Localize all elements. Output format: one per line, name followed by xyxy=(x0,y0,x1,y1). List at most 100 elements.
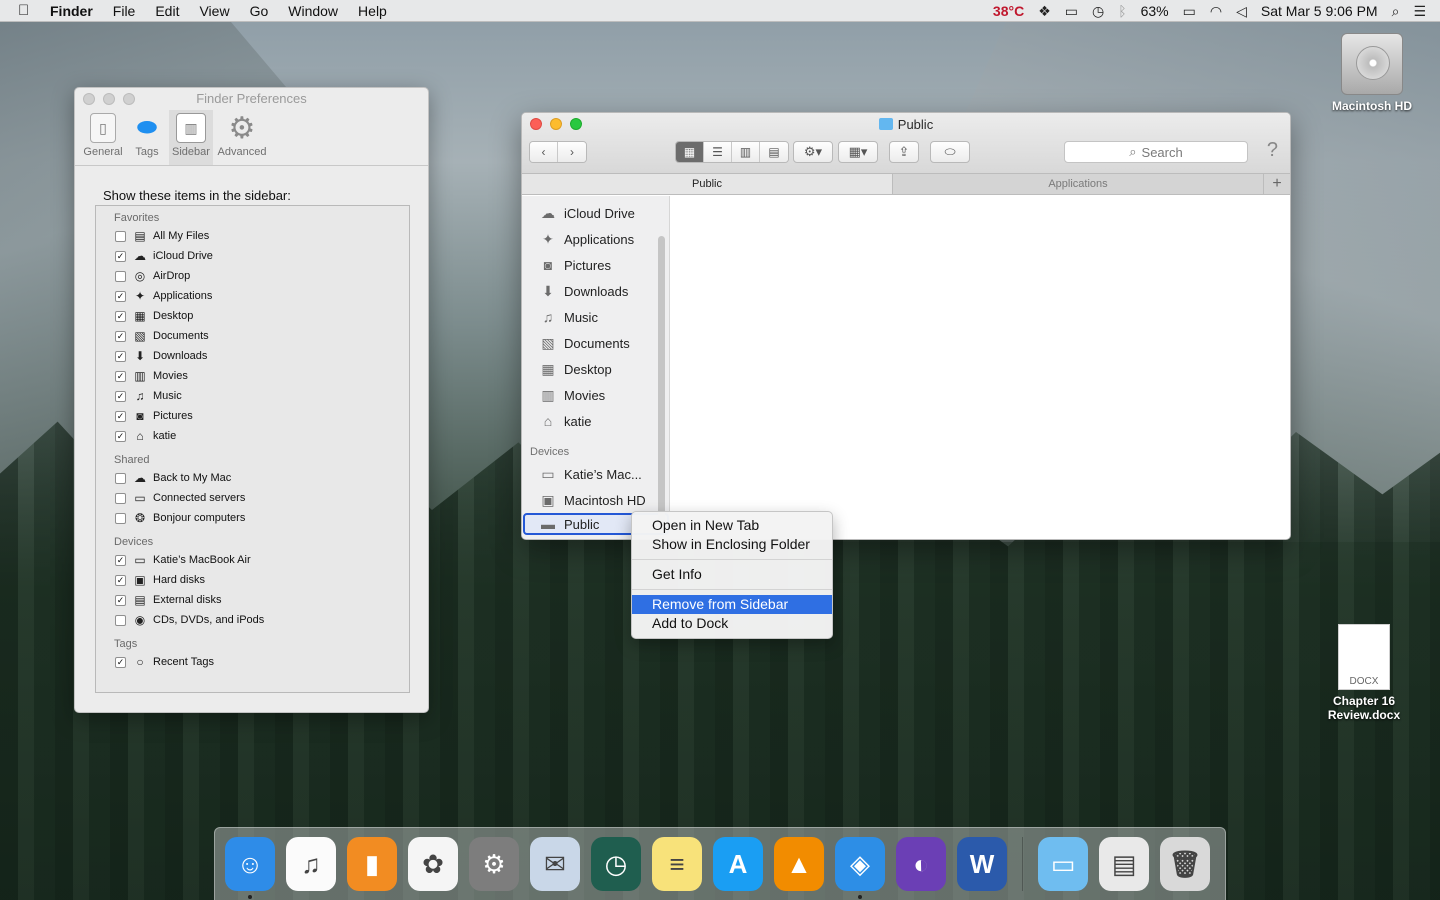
sidebar-item-movies[interactable]: ▥ Movies xyxy=(522,382,669,408)
pref-row-recent-tags[interactable]: ✓ ○ Recent Tags xyxy=(96,652,409,672)
new-tab-button[interactable]: + xyxy=(1264,174,1290,194)
checkbox-applications[interactable]: ✓ xyxy=(115,290,126,302)
list-view-button[interactable]: ☰ xyxy=(704,142,732,162)
action-gear-button[interactable]: ⚙▾ xyxy=(793,141,833,163)
forward-button[interactable]: › xyxy=(558,142,586,162)
sidebar-item-icloud-drive[interactable]: ☁ iCloud Drive xyxy=(522,200,669,226)
dock-mail-icon[interactable]: ✉ xyxy=(530,837,580,891)
wifi-icon[interactable]: ◠ xyxy=(1210,3,1222,20)
menu-open-in-new-tab[interactable]: Open in New Tab xyxy=(632,516,832,535)
pref-row-connected-servers[interactable]: ▭ Connected servers xyxy=(96,488,409,508)
tab-sidebar[interactable]: ▥ Sidebar xyxy=(169,110,213,165)
apple-icon[interactable]:  xyxy=(18,2,36,19)
pref-row-bonjour-computers[interactable]: ❂ Bonjour computers xyxy=(96,508,409,528)
dock-trash-icon[interactable]: 🗑 xyxy=(1160,837,1210,891)
sidebar-item-downloads[interactable]: ⬇ Downloads xyxy=(522,278,669,304)
pref-row-applications[interactable]: ✓ ✦ Applications xyxy=(96,286,409,306)
icon-view-button[interactable]: ▦ xyxy=(676,142,704,162)
temperature-readout[interactable]: 38°C xyxy=(993,3,1024,19)
arrange-button[interactable]: ▦▾ xyxy=(838,141,878,163)
checkbox-hard-disks[interactable]: ✓ xyxy=(115,574,126,586)
airplay-icon[interactable]: ▭ xyxy=(1065,3,1078,20)
prefs-titlebar[interactable]: Finder Preferences xyxy=(75,88,428,110)
menu-window[interactable]: Window xyxy=(288,3,338,19)
sidebar-item-documents[interactable]: ▧ Documents xyxy=(522,330,669,356)
minimize-button[interactable] xyxy=(103,93,115,105)
pref-row-cds-dvds-and-ipods[interactable]: ◉ CDs, DVDs, and iPods xyxy=(96,610,409,630)
close-button[interactable] xyxy=(83,93,95,105)
tag-button[interactable]: ⬭ xyxy=(930,141,970,163)
menu-file[interactable]: File xyxy=(113,3,136,19)
pref-row-back-to-my-mac[interactable]: ☁ Back to My Mac xyxy=(96,468,409,488)
pref-row-all-my-files[interactable]: ▤ All My Files xyxy=(96,226,409,246)
checkbox-all-my-files[interactable] xyxy=(115,230,126,242)
pref-row-katie-s-macbook-air[interactable]: ✓ ▭ Katie’s MacBook Air xyxy=(96,550,409,570)
sidebar-item-katie-s-mac[interactable]: ▭ Katie’s Mac... xyxy=(522,461,669,487)
dock-photos-icon[interactable]: ✿ xyxy=(408,837,458,891)
dock-itunes-icon[interactable]: ♫ xyxy=(286,837,336,891)
back-button[interactable]: ‹ xyxy=(530,142,558,162)
bluetooth-icon[interactable]: ᛒ xyxy=(1118,3,1126,19)
tab-applications[interactable]: Applications xyxy=(893,174,1264,194)
help-icon[interactable]: ? xyxy=(1267,139,1278,162)
sidebar-item-macintosh-hd[interactable]: ▣ Macintosh HD xyxy=(522,487,669,513)
pref-row-icloud-drive[interactable]: ✓ ☁ iCloud Drive xyxy=(96,246,409,266)
menu-help[interactable]: Help xyxy=(358,3,387,19)
clock[interactable]: Sat Mar 5 9:06 PM xyxy=(1261,3,1378,19)
checkbox-downloads[interactable]: ✓ xyxy=(115,350,126,362)
menu-edit[interactable]: Edit xyxy=(155,3,179,19)
menu-view[interactable]: View xyxy=(199,3,229,19)
checkbox-bonjour-computers[interactable] xyxy=(115,512,126,524)
dock-notes-icon[interactable]: ≡ xyxy=(652,837,702,891)
checkbox-katie[interactable]: ✓ xyxy=(115,430,126,442)
dock-bittorrent-icon[interactable]: ◐ xyxy=(896,837,946,891)
sidebar-item-katie[interactable]: ⌂ katie xyxy=(522,408,669,434)
menu-show-in-enclosing-folder[interactable]: Show in Enclosing Folder xyxy=(632,535,832,554)
checkbox-back-to-my-mac[interactable] xyxy=(115,472,126,484)
dock-vlc-icon[interactable]: ▲ xyxy=(774,837,824,891)
dock-document-stack-icon[interactable]: ▤ xyxy=(1099,837,1149,891)
dock-system-preferences-icon[interactable]: ⚙ xyxy=(469,837,519,891)
menu-go[interactable]: Go xyxy=(250,3,269,19)
checkbox-pictures[interactable]: ✓ xyxy=(115,410,126,422)
menu-add-to-dock[interactable]: Add to Dock xyxy=(632,614,832,633)
spotlight-icon[interactable]: ⌕ xyxy=(1392,3,1400,20)
dock-app-store-icon[interactable]: A xyxy=(713,837,763,891)
dropbox-icon[interactable]: ❖ xyxy=(1038,3,1051,20)
dock-safari-icon[interactable]: ◈ xyxy=(835,837,885,899)
desktop-docx-file[interactable]: DOCX Chapter 16 Review.docx xyxy=(1314,624,1414,722)
checkbox-recent-tags[interactable]: ✓ xyxy=(115,656,126,668)
checkbox-connected-servers[interactable] xyxy=(115,492,126,504)
menu-remove-from-sidebar[interactable]: Remove from Sidebar xyxy=(632,595,832,614)
pref-row-katie[interactable]: ✓ ⌂ katie xyxy=(96,426,409,446)
pref-row-desktop[interactable]: ✓ ▦ Desktop xyxy=(96,306,409,326)
dock-finder-icon[interactable]: ☺ xyxy=(225,837,275,899)
checkbox-icloud-drive[interactable]: ✓ xyxy=(115,250,126,262)
tab-public[interactable]: Public xyxy=(522,174,893,194)
checkbox-cds-dvds-and-ipods[interactable] xyxy=(115,614,126,626)
checkbox-airdrop[interactable] xyxy=(115,270,126,282)
menu-get-info[interactable]: Get Info xyxy=(632,565,832,584)
pref-row-hard-disks[interactable]: ✓ ▣ Hard disks xyxy=(96,570,409,590)
share-button[interactable]: ⇪ xyxy=(889,141,919,163)
checkbox-external-disks[interactable]: ✓ xyxy=(115,594,126,606)
sidebar-item-applications[interactable]: ✦ Applications xyxy=(522,226,669,252)
sidebar-item-pictures[interactable]: ◙ Pictures xyxy=(522,252,669,278)
pref-row-movies[interactable]: ✓ ▥ Movies xyxy=(96,366,409,386)
pref-row-pictures[interactable]: ✓ ◙ Pictures xyxy=(96,406,409,426)
checkbox-katie-s-macbook-air[interactable]: ✓ xyxy=(115,554,126,566)
desktop-macintosh-hd[interactable]: Macintosh HD xyxy=(1322,33,1422,113)
time-machine-icon[interactable]: ◷ xyxy=(1092,3,1104,20)
zoom-button[interactable] xyxy=(123,93,135,105)
checkbox-music[interactable]: ✓ xyxy=(115,390,126,402)
pref-row-documents[interactable]: ✓ ▧ Documents xyxy=(96,326,409,346)
checkbox-documents[interactable]: ✓ xyxy=(115,330,126,342)
coverflow-view-button[interactable]: ▤ xyxy=(760,142,788,162)
sidebar-item-music[interactable]: ♫ Music xyxy=(522,304,669,330)
dock-time-machine-icon[interactable]: ◷ xyxy=(591,837,641,891)
sidebar-item-desktop[interactable]: ▦ Desktop xyxy=(522,356,669,382)
pref-row-external-disks[interactable]: ✓ ▤ External disks xyxy=(96,590,409,610)
dock-downloads-folder-icon[interactable]: ▭ xyxy=(1038,837,1088,891)
tab-tags[interactable]: ⬬ Tags xyxy=(125,110,169,165)
checkbox-movies[interactable]: ✓ xyxy=(115,370,126,382)
